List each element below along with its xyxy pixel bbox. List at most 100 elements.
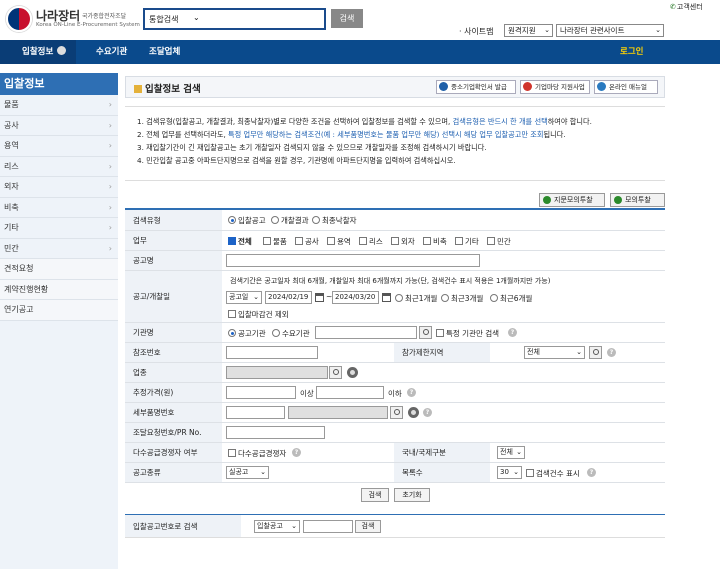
certificate-icon bbox=[439, 82, 448, 91]
radio-last-3-months[interactable] bbox=[441, 294, 449, 302]
label-detail-item: 세부품명번호 bbox=[125, 403, 222, 422]
detail-item-name-input[interactable] bbox=[288, 406, 388, 419]
ref-no-input[interactable] bbox=[226, 346, 318, 359]
nav-demand-agency[interactable]: 수요기관 bbox=[96, 40, 127, 64]
search-category-select[interactable]: 통합검색 bbox=[149, 14, 178, 25]
search-icon[interactable] bbox=[390, 406, 403, 419]
sitemap-link[interactable]: · 사이트맵 bbox=[459, 26, 494, 37]
global-search-button[interactable]: 검색 bbox=[331, 9, 363, 28]
search-icon[interactable] bbox=[419, 326, 432, 339]
online-manual-button[interactable]: 온라인 매뉴얼 bbox=[594, 80, 658, 94]
checkbox-construction[interactable] bbox=[295, 237, 303, 245]
pr-no-input[interactable] bbox=[226, 426, 325, 439]
search-icon[interactable] bbox=[589, 346, 602, 359]
checkbox-specific-agency[interactable] bbox=[436, 329, 444, 337]
government-emblem-icon[interactable] bbox=[6, 6, 32, 32]
radio-bid-notice[interactable] bbox=[228, 216, 236, 224]
sidebar-item-service[interactable]: 용역 › bbox=[0, 136, 118, 157]
checkbox-count-display[interactable] bbox=[526, 469, 534, 477]
label-price-below: 이하 bbox=[388, 389, 402, 398]
sidebar-item-other[interactable]: 기타 › bbox=[0, 218, 118, 239]
row-kind-count: 공고종류 실공고 ⌄ 목록수 30 ⌄ 검색건수 표시 ? bbox=[125, 463, 665, 483]
sidebar-item-lease[interactable]: 리스 › bbox=[0, 156, 118, 177]
help-icon[interactable]: ? bbox=[607, 348, 616, 357]
checkbox-exclude-closed[interactable] bbox=[228, 310, 236, 318]
price-max-input[interactable] bbox=[316, 386, 384, 399]
radio-demand-agency[interactable] bbox=[272, 329, 280, 337]
checkbox-service[interactable] bbox=[327, 237, 335, 245]
region-select[interactable]: 전체 ⌄ bbox=[524, 346, 585, 359]
sidebar-item-quote-request[interactable]: 견적요청 bbox=[0, 259, 118, 280]
customer-center-link[interactable]: ✆고객센터 bbox=[670, 2, 703, 12]
calendar-icon[interactable] bbox=[382, 293, 391, 302]
row-date: 공고/개찰일 검색기간은 공고일자 최대 6개월, 개찰일자 최대 6개월까지 … bbox=[125, 271, 665, 323]
intl-select[interactable]: 전체 ⌄ bbox=[497, 446, 525, 459]
nav-bid-info[interactable]: 입찰정보 bbox=[0, 40, 76, 64]
help-icon[interactable]: ? bbox=[423, 408, 432, 417]
radio-final-winner[interactable] bbox=[312, 216, 320, 224]
label-exclude-closed: 입찰마감건 제외 bbox=[238, 310, 289, 319]
chevron-right-icon: › bbox=[108, 141, 112, 150]
sidebar-item-construction[interactable]: 공사 › bbox=[0, 115, 118, 136]
help-icon[interactable]: ? bbox=[407, 388, 416, 397]
checkbox-other[interactable] bbox=[455, 237, 463, 245]
checkbox-goods[interactable] bbox=[263, 237, 271, 245]
checkbox-lease[interactable] bbox=[359, 237, 367, 245]
date-to-input[interactable]: 2024/03/20 bbox=[332, 291, 379, 304]
sidebar-item-foreign[interactable]: 외자 › bbox=[0, 177, 118, 198]
count-select[interactable]: 30 ⌄ bbox=[497, 466, 522, 479]
checkbox-foreign[interactable] bbox=[391, 237, 399, 245]
fingerprint-icon bbox=[543, 196, 551, 204]
checkbox-multi-supply[interactable] bbox=[228, 449, 236, 457]
radio-opening-result[interactable] bbox=[271, 216, 279, 224]
sidebar-item-postponed[interactable]: 연기공고 bbox=[0, 300, 118, 321]
notice-number-input[interactable] bbox=[303, 520, 353, 533]
chevron-right-icon: › bbox=[108, 120, 112, 130]
help-icon[interactable]: ? bbox=[292, 448, 301, 457]
help-icon[interactable]: ? bbox=[587, 468, 596, 477]
label-last-3-months: 최근3개월 bbox=[451, 294, 484, 303]
date-type-select[interactable]: 공고일 ⌄ bbox=[226, 291, 262, 304]
chevron-down-icon: ⌄ bbox=[513, 468, 519, 476]
label-all: 전체 bbox=[238, 237, 252, 246]
fingerprint-mock-bid-button[interactable]: 지문모의투찰 bbox=[539, 193, 605, 207]
radio-last-1-month[interactable] bbox=[395, 294, 403, 302]
reset-icon[interactable] bbox=[408, 407, 419, 418]
calendar-icon[interactable] bbox=[315, 293, 324, 302]
search-icon[interactable] bbox=[329, 366, 342, 379]
radio-last-6-months[interactable] bbox=[490, 294, 498, 302]
detail-item-input[interactable] bbox=[226, 406, 285, 419]
global-search-box[interactable]: 통합검색 ⌄ bbox=[143, 8, 326, 30]
sidebar-item-contract-status[interactable]: 계약진행현황 bbox=[0, 279, 118, 300]
checkbox-private[interactable] bbox=[487, 237, 495, 245]
notice-name-input[interactable] bbox=[226, 254, 480, 267]
label-foreign: 외자 bbox=[401, 237, 415, 246]
related-sites-select[interactable]: 나라장터 관련사이트 ⌄ bbox=[556, 24, 664, 37]
form-reset-button[interactable]: 초기화 bbox=[394, 488, 430, 502]
login-button[interactable]: 로그인 bbox=[620, 40, 643, 64]
notice-number-search-button[interactable]: 검색 bbox=[355, 520, 381, 533]
sidebar-item-private[interactable]: 민간 › bbox=[0, 238, 118, 259]
notice-number-type-select[interactable]: 입찰공고 ⌄ bbox=[254, 520, 300, 533]
sme-certificate-button[interactable]: 중소기업확인서 발급 bbox=[436, 80, 516, 94]
label-ref-no: 참조번호 bbox=[125, 343, 222, 362]
price-min-input[interactable] bbox=[226, 386, 296, 399]
checkbox-all[interactable] bbox=[228, 237, 236, 245]
industry-input[interactable] bbox=[226, 366, 328, 379]
sidebar-item-goods[interactable]: 물품 › bbox=[0, 95, 118, 116]
bizinfo-button[interactable]: 기업마당 지원사업 bbox=[520, 80, 590, 94]
remote-support-select[interactable]: 원격지원 ⌄ bbox=[504, 24, 553, 37]
radio-notice-agency[interactable] bbox=[228, 329, 236, 337]
kind-select[interactable]: 실공고 ⌄ bbox=[226, 466, 269, 479]
form-search-button[interactable]: 검색 bbox=[361, 488, 389, 502]
reset-icon[interactable] bbox=[347, 367, 358, 378]
label-last-6-months: 최근6개월 bbox=[500, 294, 533, 303]
agency-name-input[interactable] bbox=[315, 326, 417, 339]
checkbox-stockpile[interactable] bbox=[423, 237, 431, 245]
nav-supplier[interactable]: 조달업체 bbox=[149, 40, 180, 64]
help-icon[interactable]: ? bbox=[508, 328, 517, 337]
main-nav: 입찰정보 수요기관 조달업체 로그인 bbox=[0, 40, 720, 64]
sidebar-item-stockpile[interactable]: 비축 › bbox=[0, 197, 118, 218]
date-from-input[interactable]: 2024/02/19 bbox=[265, 291, 312, 304]
mock-bid-button[interactable]: 모의투찰 bbox=[610, 193, 665, 207]
